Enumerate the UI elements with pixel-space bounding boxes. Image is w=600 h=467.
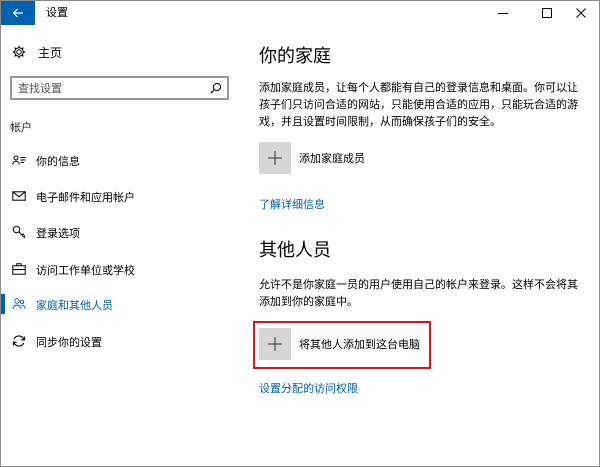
sidebar-item-label: 电子邮件和应用帐户 [36, 191, 135, 204]
sidebar-item-label: 登录选项 [36, 227, 80, 240]
home-link[interactable]: 主页 [11, 43, 62, 61]
assigned-access-link[interactable]: 设置分配的访问权限 [259, 380, 358, 396]
sidebar-item-family[interactable]: 家庭和其他人员 [1, 294, 233, 314]
key-icon [11, 224, 27, 240]
section-label-accounts: 帐户 [10, 121, 32, 134]
sidebar-item-label: 你的信息 [36, 155, 80, 168]
add-family-member-button[interactable]: 添加家庭成员 [259, 142, 365, 174]
close-button[interactable] [564, 1, 598, 25]
sidebar-item-sync[interactable]: 同步你的设置 [1, 331, 233, 351]
search-box[interactable] [10, 76, 229, 100]
other-people-description: 允许不是你家庭一员的用户使用自己的帐户来登录。这样不会将其添加到你的家庭中。 [259, 278, 578, 308]
people-icon [11, 296, 27, 312]
highlight-box [253, 321, 431, 369]
sidebar-item-work-school[interactable]: 访问工作单位或学校 [1, 259, 233, 279]
plus-icon [259, 142, 291, 174]
person-card-icon [11, 152, 27, 168]
title-bar: 设置 [1, 1, 599, 25]
home-label: 主页 [38, 45, 63, 60]
settings-window: 设置 主页 查找设置 帐户 你的信息 电子邮件和应用帐户 登录选项 访问工作单位… [0, 0, 600, 467]
search-icon[interactable] [205, 78, 227, 98]
sidebar-item-label: 访问工作单位或学校 [36, 264, 135, 277]
sync-icon [11, 333, 27, 349]
learn-more-link[interactable]: 了解详细信息 [259, 196, 325, 212]
sidebar-item-label: 同步你的设置 [36, 336, 102, 349]
mail-icon [11, 188, 27, 204]
gear-icon [11, 44, 27, 60]
sidebar: 主页 帐户 你的信息 [1, 25, 233, 467]
sidebar-item-your-info[interactable]: 你的信息 [1, 150, 233, 170]
maximize-button[interactable] [530, 1, 564, 25]
back-button[interactable] [1, 1, 35, 25]
other-people-heading: 其他人员 [259, 240, 331, 261]
back-arrow-icon [12, 8, 23, 18]
sidebar-item-email-accounts[interactable]: 电子邮件和应用帐户 [1, 186, 233, 206]
family-description: 添加家庭成员，让每个人都能有自己的登录信息和桌面。你可以让孩子们只访问合适的网站… [259, 81, 578, 128]
sidebar-item-sign-in-options[interactable]: 登录选项 [1, 222, 233, 242]
minimize-button[interactable] [486, 1, 520, 25]
add-family-member-label: 添加家庭成员 [299, 152, 365, 165]
family-heading: 你的家庭 [259, 46, 331, 67]
window-title: 设置 [46, 6, 68, 19]
maximize-icon [542, 8, 552, 18]
active-indicator [1, 294, 5, 314]
search-input[interactable] [12, 78, 205, 98]
minimize-icon [498, 13, 508, 14]
close-icon [576, 8, 586, 18]
sidebar-item-label: 家庭和其他人员 [36, 299, 113, 312]
briefcase-icon [11, 261, 27, 277]
